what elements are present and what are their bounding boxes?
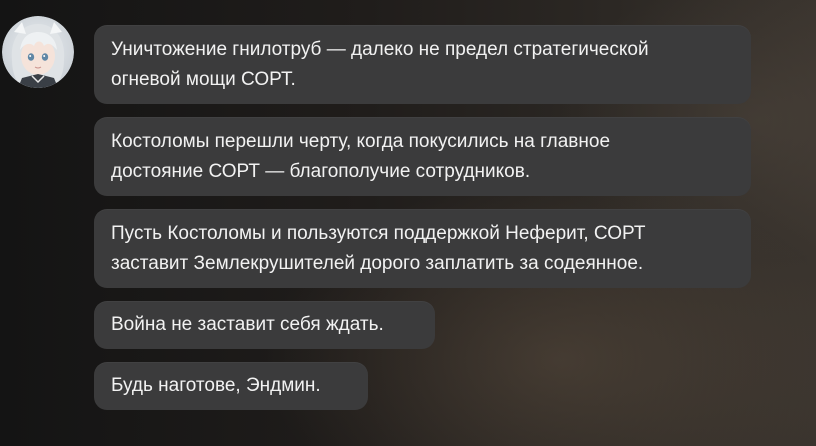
message-bubble: Костоломы перешли черту, когда покусилис… bbox=[94, 117, 751, 196]
dialogue-log: Уничтожение гнилотруб — далеко не предел… bbox=[0, 0, 816, 446]
message-bubble: Пусть Костоломы и пользуются поддержкой … bbox=[94, 209, 751, 288]
message-text: Костоломы перешли черту, когда покусилис… bbox=[111, 130, 611, 182]
character-portrait-icon bbox=[2, 16, 74, 88]
speaker-avatar bbox=[2, 16, 74, 88]
message-bubble: Уничтожение гнилотруб — далеко не предел… bbox=[94, 25, 751, 104]
message-text: Будь наготове, Эндмин. bbox=[111, 375, 321, 396]
message-text: Пусть Костоломы и пользуются поддержкой … bbox=[111, 222, 646, 274]
message-text: Война не заставит себя ждать. bbox=[111, 314, 384, 335]
message-text: Уничтожение гнилотруб — далеко не предел… bbox=[111, 38, 649, 90]
message-bubble: Война не заставит себя ждать. bbox=[94, 301, 435, 349]
message-bubble: Будь наготове, Эндмин. bbox=[94, 362, 368, 410]
